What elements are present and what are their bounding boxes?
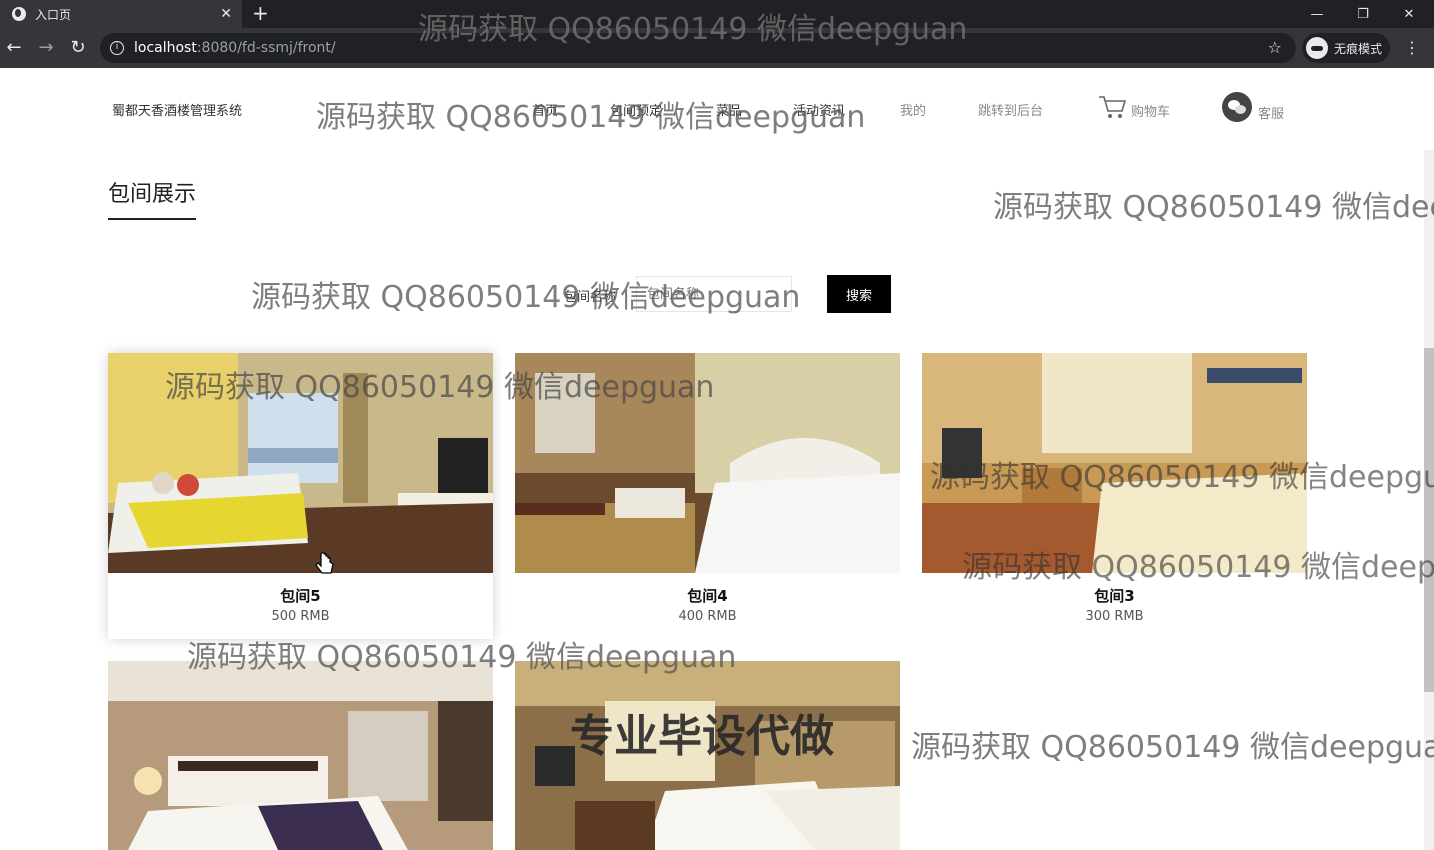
room-price: 400 RMB — [678, 609, 737, 624]
watermark: 源码获取 QQ86050149 微信deepguan — [993, 190, 1434, 225]
room-name[interactable]: 包间3 — [922, 585, 1307, 606]
info-icon[interactable]: i — [110, 41, 124, 55]
tab-strip: 入口页 ✕ + — ❐ ✕ — [0, 0, 1434, 28]
search-label: 包间名称 — [564, 290, 617, 305]
incognito-label: 无痕模式 — [1334, 41, 1383, 56]
nav-admin[interactable]: 跳转到后台 — [978, 100, 1043, 119]
customer-service-link[interactable]: 客服 — [1222, 92, 1284, 122]
room-card[interactable]: 包间3 300 RMB — [922, 353, 1307, 639]
watermark: 源码获取 QQ86050149 微信deepguan — [316, 100, 866, 135]
close-window-button[interactable]: ✕ — [1386, 0, 1432, 28]
forward-arrow-icon[interactable]: → — [34, 36, 58, 60]
page-scrollbar-thumb[interactable] — [1424, 348, 1434, 692]
url-field[interactable]: i localhost:8080/fd-ssmj/front/ ☆ — [100, 33, 1296, 63]
wechat-icon — [1222, 92, 1252, 122]
room-card[interactable]: 包间5 500 RMB — [108, 353, 493, 639]
service-label: 客服 — [1258, 107, 1285, 122]
restore-button[interactable]: ❐ — [1340, 0, 1386, 28]
incognito-indicator[interactable]: 无痕模式 — [1302, 33, 1390, 63]
section-title: 包间展示 — [108, 176, 197, 220]
globe-icon — [12, 7, 26, 21]
cart-label: 购物车 — [1131, 105, 1171, 120]
room-price: 500 RMB — [271, 609, 330, 624]
nav-mine[interactable]: 我的 — [900, 100, 926, 119]
nav-dishes[interactable]: 菜品 — [716, 100, 742, 119]
nav-home[interactable]: 首页 — [532, 100, 558, 119]
address-bar: ← → ↻ i localhost:8080/fd-ssmj/front/ ☆ … — [0, 28, 1434, 68]
close-tab-icon[interactable]: ✕ — [220, 5, 232, 23]
room-photo[interactable] — [108, 353, 493, 573]
room-price: 300 RMB — [1085, 609, 1144, 624]
room-name[interactable]: 包间5 — [108, 585, 493, 606]
hand-cursor-icon — [315, 552, 334, 574]
search-button[interactable]: 搜索 — [827, 275, 891, 313]
browser-menu-icon[interactable]: ⋮ — [1402, 36, 1422, 60]
room-card[interactable] — [515, 661, 900, 850]
reload-icon[interactable]: ↻ — [66, 36, 90, 60]
new-tab-button[interactable]: + — [252, 2, 269, 24]
room-card[interactable]: 包间4 400 RMB — [515, 353, 900, 639]
room-name-input[interactable] — [636, 276, 792, 312]
room-card[interactable] — [108, 661, 493, 850]
room-photo[interactable] — [515, 353, 900, 573]
url-host: localhost — [134, 40, 197, 56]
tab-title: 入口页 — [35, 7, 72, 22]
minimize-button[interactable]: — — [1294, 0, 1340, 28]
cart-link[interactable]: 购物车 — [1097, 94, 1170, 120]
room-photo[interactable] — [108, 661, 493, 850]
cart-icon — [1099, 96, 1127, 118]
nav-room-booking[interactable]: 包间预定 — [610, 100, 662, 119]
incognito-icon — [1306, 37, 1328, 59]
url-path: :8080/fd-ssmj/front/ — [196, 40, 336, 56]
nav-news[interactable]: 活动资讯 — [793, 100, 845, 119]
watermark: 源码获取 QQ86050149 微信deepguan — [911, 730, 1434, 765]
site-brand[interactable]: 蜀都天香酒楼管理系统 — [112, 100, 242, 119]
bookmark-star-icon[interactable]: ☆ — [1268, 38, 1282, 57]
back-arrow-icon[interactable]: ← — [2, 36, 26, 60]
room-photo[interactable] — [515, 661, 900, 850]
room-photo[interactable] — [922, 353, 1307, 573]
room-name[interactable]: 包间4 — [515, 585, 900, 606]
active-tab[interactable]: 入口页 ✕ — [0, 0, 242, 28]
